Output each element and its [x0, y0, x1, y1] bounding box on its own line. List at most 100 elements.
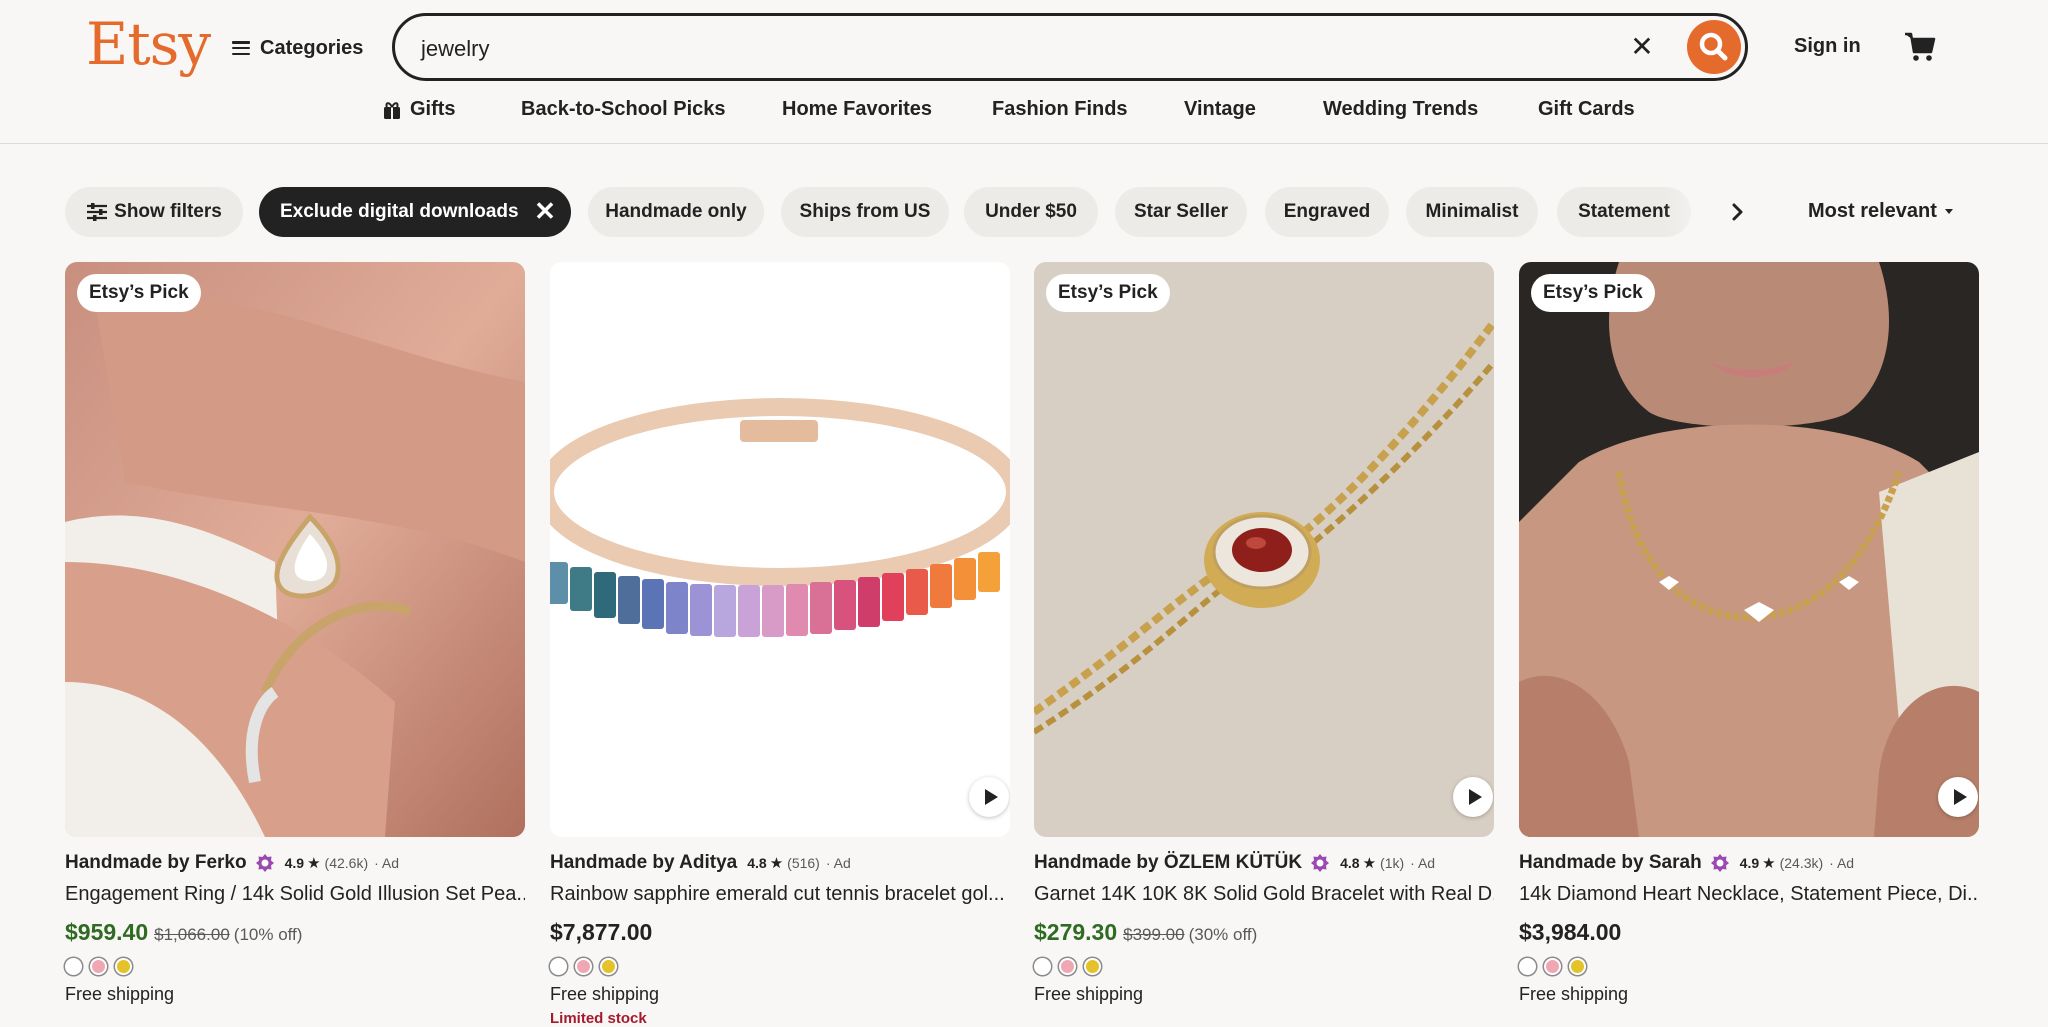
- nav-back-to-school[interactable]: Back-to-School Picks: [521, 98, 726, 121]
- swatch-rose[interactable]: [90, 958, 107, 975]
- free-shipping-label: Free shipping: [1034, 984, 1144, 1004]
- color-swatches: [1034, 958, 1101, 975]
- garnet-bracelet-photo: [1034, 262, 1494, 837]
- nav-wedding-trends[interactable]: Wedding Trends: [1323, 98, 1478, 121]
- listing-title[interactable]: Garnet 14K 10K 8K Solid Gold Bracelet wi…: [1034, 883, 1494, 906]
- swatch-rose[interactable]: [575, 958, 592, 975]
- swatch-white[interactable]: [65, 958, 82, 975]
- rating-value: 4.8: [747, 855, 767, 871]
- search-bar[interactable]: jewelry ✕: [392, 13, 1748, 81]
- cart-icon: [1905, 32, 1936, 61]
- swatch-white[interactable]: [1034, 958, 1051, 975]
- search-button[interactable]: [1687, 20, 1741, 74]
- etsys-pick-badge: Etsy’s Pick: [77, 274, 201, 312]
- remove-filter-icon[interactable]: ✕: [533, 198, 557, 224]
- listing-title[interactable]: Rainbow sapphire emerald cut tennis brac…: [550, 883, 1010, 906]
- swatch-gold[interactable]: [600, 958, 617, 975]
- ring-photo: [65, 262, 525, 837]
- free-shipping-label: Free shipping: [550, 984, 660, 1004]
- nav-fashion-finds[interactable]: Fashion Finds: [992, 98, 1128, 121]
- sort-label: Most relevant: [1808, 200, 1937, 222]
- filter-chip-handmade[interactable]: Handmade only: [588, 187, 764, 237]
- shop-info: Handmade by ÖZLEM KÜTÜK 4.8 ★ (1k) · Ad: [1034, 850, 1435, 876]
- swatch-gold[interactable]: [115, 958, 132, 975]
- etsy-logo[interactable]: Etsy: [86, 10, 211, 78]
- chevron-right-icon: [1732, 203, 1743, 221]
- shop-info: Handmade by Sarah 4.9 ★ (24.3k) · Ad: [1519, 850, 1854, 876]
- original-price: $399.00: [1123, 925, 1185, 944]
- rating-value: 4.9: [284, 855, 305, 871]
- swatch-rose[interactable]: [1059, 958, 1076, 975]
- listing-image[interactable]: Etsy’s Pick: [1519, 262, 1979, 837]
- listing-title[interactable]: Engagement Ring / 14k Solid Gold Illusio…: [65, 883, 525, 906]
- ad-label: · Ad: [825, 855, 851, 871]
- show-filters-button[interactable]: Show filters: [65, 187, 243, 237]
- swatch-gold[interactable]: [1569, 958, 1586, 975]
- listing-title[interactable]: 14k Diamond Heart Necklace, Statement Pi…: [1519, 883, 1979, 906]
- price-info: $3,984.00: [1519, 919, 1621, 951]
- listing-card[interactable]: Etsy’s Pick Handmade by Ferko 4.9 ★ (42.…: [65, 262, 525, 1025]
- filter-chip-under-50[interactable]: Under $50: [964, 187, 1098, 237]
- swatch-gold[interactable]: [1084, 958, 1101, 975]
- sort-dropdown[interactable]: Most relevant: [1808, 200, 1953, 223]
- review-count: (24.3k): [1779, 855, 1824, 871]
- review-count: (1k): [1380, 855, 1405, 871]
- shop-name[interactable]: Handmade by Ferko: [65, 852, 247, 874]
- filter-chip-engraved[interactable]: Engraved: [1265, 187, 1389, 237]
- free-shipping-label: Free shipping: [1519, 984, 1629, 1004]
- menu-icon: [232, 41, 250, 55]
- clear-search-icon[interactable]: ✕: [1629, 33, 1655, 61]
- listing-card[interactable]: Etsy’s Pick Handmade by ÖZLEM KÜTÜK 4.8 …: [1034, 262, 1494, 1025]
- swatch-white[interactable]: [550, 958, 567, 975]
- discount-label: (10% off): [233, 925, 303, 944]
- nav-vintage[interactable]: Vintage: [1184, 98, 1256, 121]
- star-seller-icon: [255, 854, 274, 872]
- filter-chip-label: Exclude digital downloads: [280, 201, 519, 222]
- play-video-button[interactable]: [969, 777, 1009, 817]
- play-video-button[interactable]: [1938, 777, 1978, 817]
- star-icon: ★: [1362, 855, 1377, 872]
- rating-value: 4.9: [1739, 855, 1760, 871]
- price-info: $279.30 $399.00 (30% off): [1034, 919, 1257, 951]
- sign-in-link[interactable]: Sign in: [1794, 35, 1861, 58]
- play-video-button[interactable]: [1453, 777, 1493, 817]
- free-shipping-label: Free shipping: [65, 984, 175, 1004]
- filter-chip-ships-from-us[interactable]: Ships from US: [781, 187, 949, 237]
- etsys-pick-badge: Etsy’s Pick: [1046, 274, 1170, 312]
- shop-info: Handmade by Aditya 4.8 ★ (516) · Ad: [550, 850, 851, 876]
- filter-chip-exclude-digital[interactable]: Exclude digital downloads ✕: [259, 187, 571, 237]
- nav-gifts[interactable]: Gifts: [382, 98, 456, 121]
- star-seller-icon: [1311, 854, 1330, 872]
- sale-price: $279.30: [1034, 919, 1118, 945]
- filter-chip-star-seller[interactable]: Star Seller: [1115, 187, 1247, 237]
- categories-label: Categories: [260, 36, 364, 59]
- filter-chip-minimalist[interactable]: Minimalist: [1406, 187, 1538, 237]
- listing-image[interactable]: Etsy’s Pick: [65, 262, 525, 837]
- show-filters-label: Show filters: [114, 201, 222, 222]
- necklace-photo: [1519, 262, 1979, 837]
- price-info: $959.40 $1,066.00 (10% off): [65, 919, 302, 951]
- price-info: $7,877.00: [550, 919, 652, 951]
- nav-gift-cards[interactable]: Gift Cards: [1538, 98, 1635, 121]
- listing-card[interactable]: Etsy’s Pick Handmade by Sarah 4.9 ★ (24.…: [1519, 262, 1979, 1025]
- site-header: Etsy Categories jewelry ✕ Sign in Gifts …: [0, 0, 2048, 144]
- etsys-pick-badge: Etsy’s Pick: [1531, 274, 1655, 312]
- shop-name[interactable]: Handmade by Sarah: [1519, 852, 1702, 874]
- listing-image[interactable]: [550, 262, 1010, 837]
- shop-name[interactable]: Handmade by ÖZLEM KÜTÜK: [1034, 852, 1302, 874]
- listing-image[interactable]: Etsy’s Pick: [1034, 262, 1494, 837]
- scroll-chips-right-button[interactable]: [1723, 197, 1753, 227]
- rating-value: 4.8: [1340, 855, 1360, 871]
- nav-home-favorites[interactable]: Home Favorites: [782, 98, 932, 121]
- cart-button[interactable]: [1902, 28, 1938, 64]
- swatch-rose[interactable]: [1544, 958, 1561, 975]
- swatch-white[interactable]: [1519, 958, 1536, 975]
- shop-name[interactable]: Handmade by Aditya: [550, 852, 737, 874]
- discount-label: (30% off): [1188, 925, 1258, 944]
- search-input[interactable]: jewelry: [421, 36, 489, 62]
- color-swatches: [65, 958, 132, 975]
- listing-card[interactable]: Handmade by Aditya 4.8 ★ (516) · Ad Rain…: [550, 262, 1010, 1027]
- color-swatches: [550, 958, 617, 975]
- filter-icon: [87, 203, 108, 221]
- categories-button[interactable]: Categories: [232, 30, 363, 66]
